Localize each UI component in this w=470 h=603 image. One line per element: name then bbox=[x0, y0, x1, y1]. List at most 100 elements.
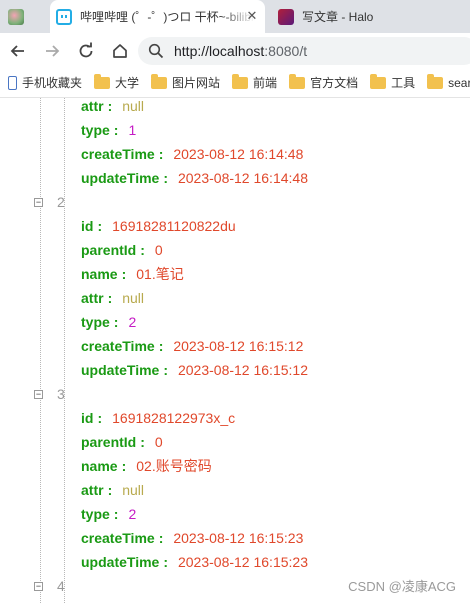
halo-favicon-icon bbox=[278, 8, 294, 25]
close-icon[interactable]: ✕ bbox=[245, 9, 259, 23]
key-separator: : bbox=[121, 266, 127, 282]
reload-icon bbox=[79, 42, 93, 57]
indent-guide bbox=[64, 98, 65, 603]
folder-icon bbox=[427, 73, 444, 89]
bookmark-folder[interactable]: 官方文档 bbox=[289, 73, 358, 91]
json-key: type bbox=[81, 122, 110, 138]
key-separator: : bbox=[163, 362, 168, 378]
reload-button[interactable] bbox=[70, 35, 102, 67]
tab-title: 哔哩哔哩 (゜-゜)つロ 干杯~-bilibili bbox=[80, 10, 255, 24]
json-key: name bbox=[81, 458, 118, 474]
json-key: type bbox=[81, 506, 110, 522]
key-separator: : bbox=[97, 410, 103, 426]
array-index: 2 bbox=[57, 194, 65, 210]
collapse-toggle-icon[interactable]: − bbox=[34, 389, 43, 399]
json-key: attr bbox=[81, 482, 104, 498]
json-value: null bbox=[122, 98, 145, 114]
json-key: createTime bbox=[81, 146, 155, 162]
key-separator: : bbox=[158, 338, 164, 354]
json-key: parentId bbox=[81, 434, 137, 450]
home-icon bbox=[113, 43, 127, 58]
bookmark-folder[interactable]: sear bbox=[427, 73, 470, 90]
address-bar[interactable]: http://localhost:8080/t bbox=[138, 37, 470, 65]
key-separator: : bbox=[107, 98, 113, 114]
tab-strip: 哔哩哔哩 (゜-゜)つロ 干杯~-bilibili ✕ 写文章 - Halo bbox=[0, 0, 470, 33]
json-key: attr bbox=[81, 98, 104, 114]
back-button[interactable] bbox=[2, 35, 34, 67]
key-separator: : bbox=[158, 146, 164, 162]
json-key: id bbox=[81, 218, 94, 234]
key-separator: : bbox=[121, 458, 127, 474]
forward-button[interactable] bbox=[36, 35, 68, 67]
url-rest: :8080/t bbox=[264, 43, 308, 59]
json-key: createTime bbox=[81, 338, 155, 354]
json-value: 2023-08-12 16:15:23 bbox=[177, 554, 308, 570]
bookmark-folder[interactable]: 图片网站 bbox=[151, 73, 221, 91]
json-value: 02.账号密码 bbox=[136, 458, 212, 474]
array-index: 3 bbox=[57, 386, 65, 402]
tab-title: 写文章 - Halo bbox=[302, 10, 374, 24]
json-value: 0 bbox=[154, 242, 163, 258]
bookmark-mobile[interactable]: 手机收藏夹 bbox=[8, 74, 82, 91]
json-key: createTime bbox=[81, 530, 155, 546]
bookmarks-bar: 手机收藏夹 大学 图片网站 前端 官方文档 工具 sear bbox=[0, 68, 470, 98]
bookmark-label: 手机收藏夹 bbox=[22, 76, 83, 90]
json-viewer: CSDN @凌康ACG attr: null type:1 createTime:20… bbox=[0, 98, 470, 603]
key-separator: : bbox=[113, 506, 119, 522]
key-separator: : bbox=[113, 314, 119, 330]
tab-bilibili[interactable]: 哔哩哔哩 (゜-゜)つロ 干杯~-bilibili ✕ bbox=[50, 0, 265, 33]
json-value: 2 bbox=[128, 506, 137, 522]
json-key: updateTime bbox=[81, 170, 160, 186]
json-key: name bbox=[81, 266, 118, 282]
bookmark-label: sear bbox=[448, 75, 470, 90]
folder-icon bbox=[94, 73, 111, 89]
bookmark-folder[interactable]: 前端 bbox=[232, 73, 278, 91]
key-separator: : bbox=[107, 482, 113, 498]
json-value: null bbox=[122, 482, 145, 498]
folder-icon bbox=[232, 73, 249, 89]
json-key: type bbox=[81, 314, 110, 330]
key-separator: : bbox=[163, 170, 168, 186]
folder-icon bbox=[151, 73, 168, 89]
json-key: updateTime bbox=[81, 554, 160, 570]
key-separator: : bbox=[107, 290, 113, 306]
url-host: http://localhost bbox=[174, 43, 265, 59]
indent-guide bbox=[40, 98, 41, 603]
array-index-row[interactable]: −3 bbox=[34, 382, 65, 406]
key-separator: : bbox=[158, 530, 164, 546]
collapse-toggle-icon[interactable]: − bbox=[34, 581, 43, 591]
browser-toolbar: http://localhost:8080/t bbox=[0, 33, 470, 68]
key-separator: : bbox=[113, 122, 119, 138]
json-value: 2023-08-12 16:14:48 bbox=[177, 170, 308, 186]
collapse-toggle-icon[interactable]: − bbox=[34, 197, 43, 207]
json-value: 2023-08-12 16:15:12 bbox=[173, 338, 304, 354]
home-button[interactable] bbox=[104, 35, 136, 67]
json-value: 2 bbox=[128, 314, 137, 330]
folder-icon bbox=[370, 73, 387, 89]
tab-profile[interactable] bbox=[0, 0, 50, 33]
json-value: 0 bbox=[154, 434, 163, 450]
bookmark-folder[interactable]: 大学 bbox=[94, 73, 139, 91]
key-separator: : bbox=[140, 434, 145, 450]
folder-icon bbox=[289, 73, 306, 89]
json-value: 16918281120822du bbox=[112, 218, 236, 234]
bookmark-label: 图片网站 bbox=[172, 76, 221, 90]
array-index-row[interactable]: −2 bbox=[34, 190, 65, 214]
json-value: 1691828122973x_c bbox=[112, 410, 236, 426]
array-index-row[interactable]: −4 bbox=[34, 574, 65, 598]
json-value: 1 bbox=[128, 122, 137, 138]
search-icon bbox=[148, 43, 164, 59]
bookmark-folder[interactable]: 工具 bbox=[370, 73, 416, 91]
key-separator: : bbox=[140, 242, 145, 258]
key-separator: : bbox=[163, 554, 168, 570]
arrow-right-icon bbox=[46, 44, 60, 57]
json-value: 2023-08-12 16:14:48 bbox=[173, 146, 304, 162]
json-key: attr bbox=[81, 290, 104, 306]
json-key: id bbox=[81, 410, 94, 426]
key-separator: : bbox=[97, 218, 103, 234]
json-value: 2023-08-12 16:15:12 bbox=[177, 362, 308, 378]
bilibili-tv-icon bbox=[56, 8, 72, 25]
bookmark-label: 工具 bbox=[391, 76, 416, 90]
tab-halo[interactable]: 写文章 - Halo bbox=[270, 0, 470, 33]
bookmark-label: 前端 bbox=[253, 76, 278, 90]
